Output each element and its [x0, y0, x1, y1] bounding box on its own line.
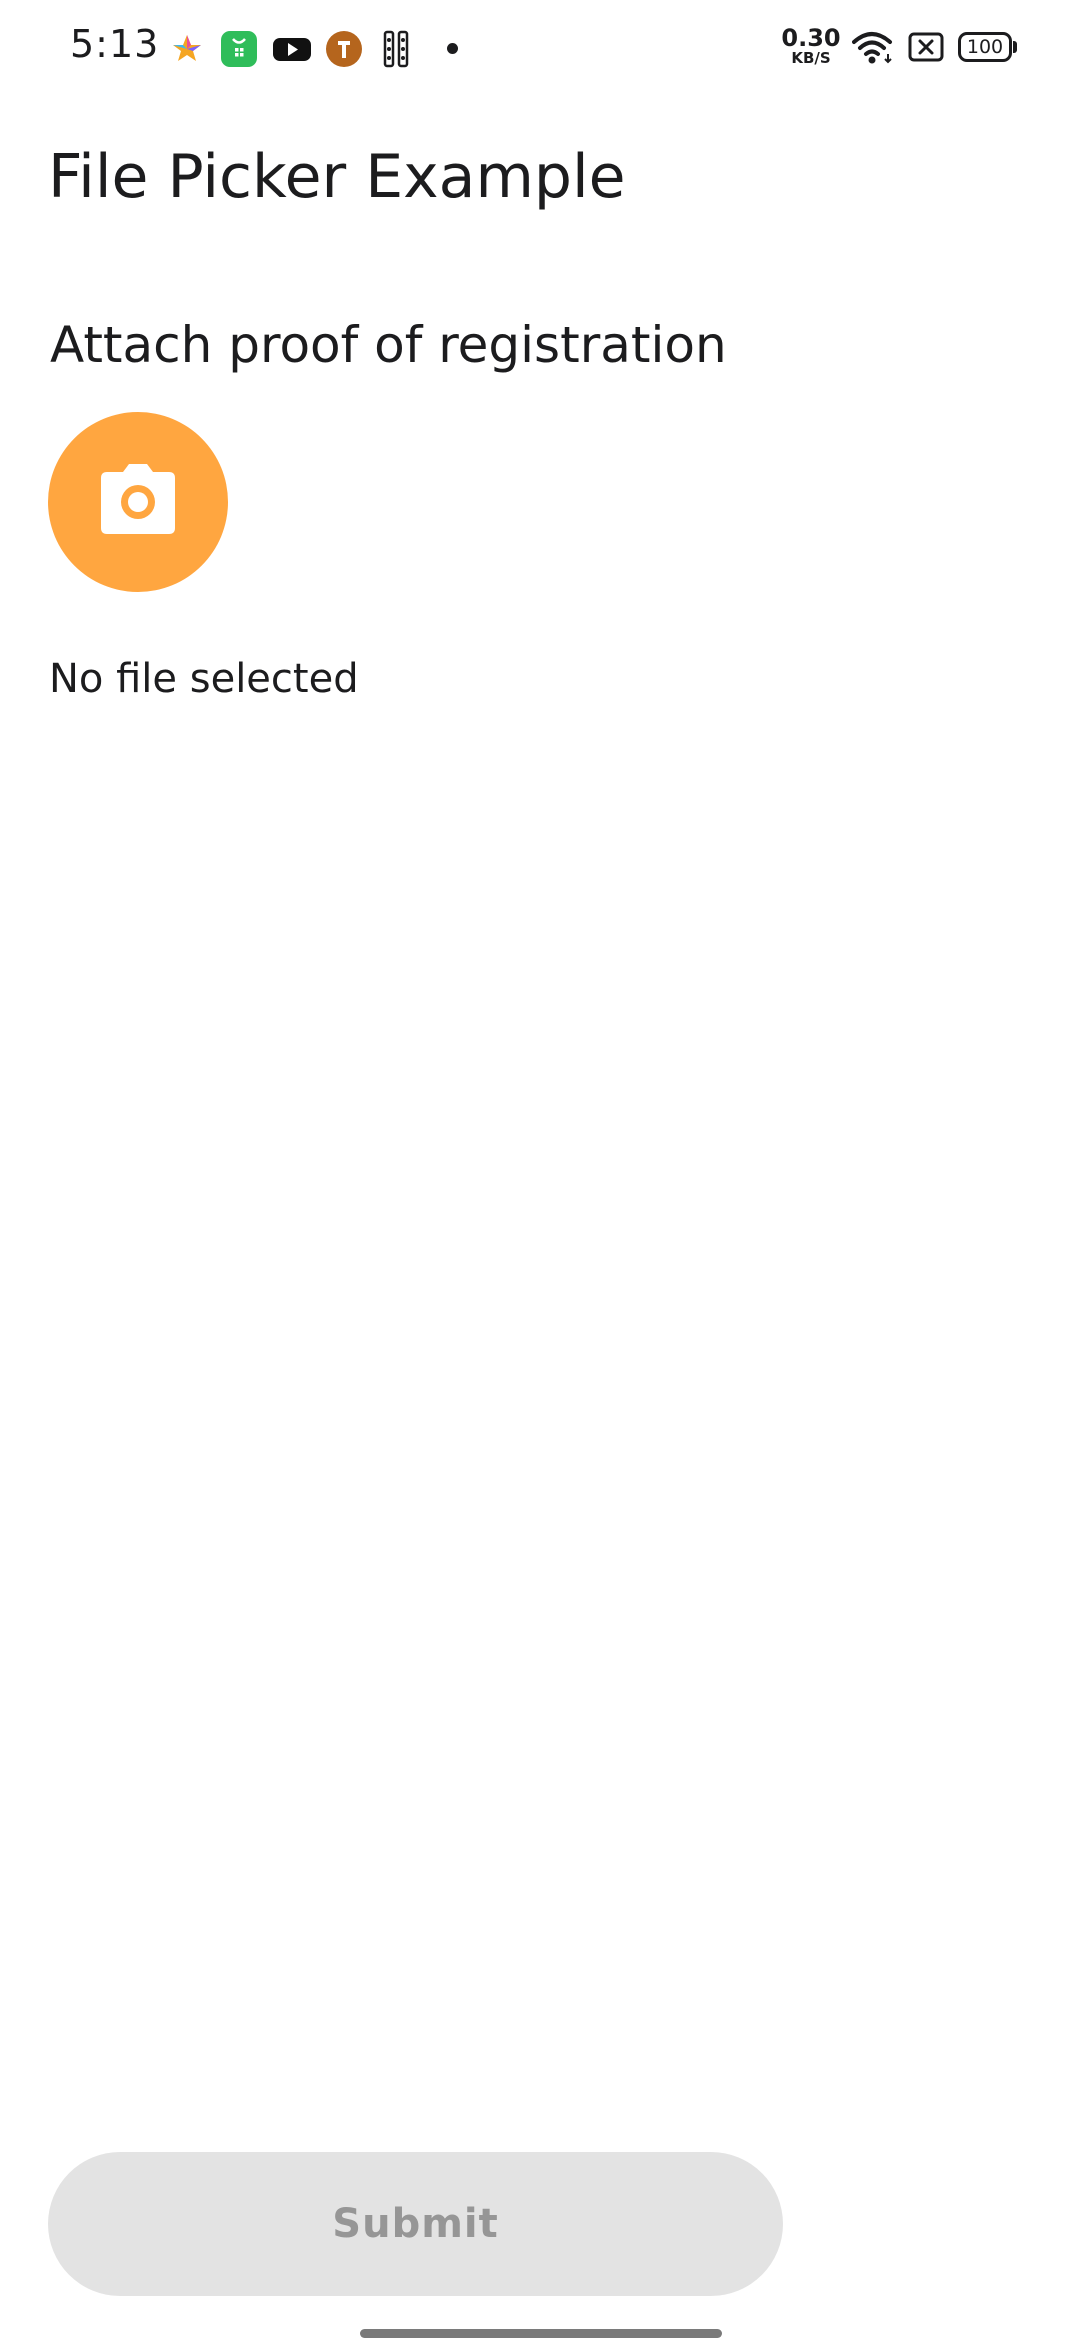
file-status-text: No file selected — [49, 656, 359, 702]
youtube-icon — [273, 38, 311, 61]
battery-tip — [1013, 41, 1017, 53]
network-speed-unit: KB/S — [791, 49, 831, 67]
more-notifications-dot — [447, 43, 458, 54]
attach-proof-label: Attach proof of registration — [50, 316, 727, 374]
battery-level: 100 — [966, 36, 1004, 58]
home-indicator[interactable] — [360, 2329, 722, 2338]
orange-app-icon — [326, 31, 362, 67]
network-speed: 0.30 KB/S — [778, 26, 844, 66]
network-speed-value: 0.30 — [781, 24, 841, 52]
shopping-bag-app-icon — [221, 31, 257, 67]
camera-icon — [101, 464, 175, 534]
camera-button[interactable] — [48, 412, 228, 592]
wifi-icon — [852, 32, 892, 64]
page-title: File Picker Example — [48, 142, 626, 212]
star-app-icon — [173, 35, 201, 61]
submit-button[interactable]: Submit — [48, 2152, 783, 2296]
no-sim-icon — [908, 32, 944, 62]
status-time: 5:13 — [70, 22, 160, 66]
status-bar: 5:13 0.30 KB/S 100 — [0, 0, 1080, 96]
keypad-app-icon — [383, 30, 409, 68]
